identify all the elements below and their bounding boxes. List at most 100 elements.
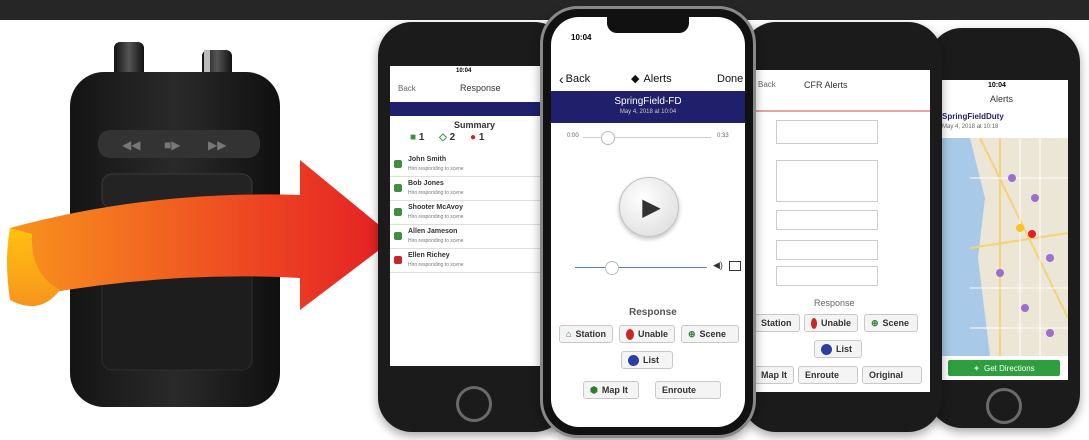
nav-back[interactable]: Back	[758, 80, 776, 89]
map-button[interactable]: ⬢ Map It	[583, 381, 639, 399]
done-button[interactable]: Done	[717, 73, 743, 85]
map-label: Map It	[761, 370, 787, 380]
enroute-button[interactable]: Enroute	[798, 366, 858, 384]
status-icon	[394, 208, 402, 216]
nav-title: CFR Alerts	[804, 80, 848, 90]
nav-title: Response	[460, 83, 501, 93]
play-icon: ▶	[642, 193, 661, 221]
status-time: 10:04	[988, 82, 1006, 89]
alert-banner: SpringField-FD May 4, 2018 at 10:04	[551, 91, 745, 123]
time-end: 0:33	[717, 133, 729, 139]
person-name: Shooter McAvoy	[408, 204, 463, 211]
person-row[interactable]: Shooter McAvoy Hiro responding to scene	[390, 202, 556, 225]
list-button[interactable]: List	[621, 351, 673, 369]
home-button[interactable]	[986, 388, 1022, 424]
get-directions-button[interactable]: ✦ Get Directions	[948, 360, 1060, 376]
person-status: Hiro responding to scene	[408, 238, 464, 244]
get-directions-label: Get Directions	[984, 363, 1035, 373]
person-status: Hiro responding to scene	[408, 262, 464, 268]
station-label: Station	[761, 318, 792, 328]
unable-label: Unable	[637, 329, 668, 339]
station-label: Station	[575, 329, 606, 339]
map-label: Map It	[601, 385, 628, 395]
play-button[interactable]: ▶	[619, 177, 679, 237]
home-button[interactable]	[456, 386, 492, 422]
nav-title: Alerts	[643, 72, 672, 85]
phone-right-screen: 10:04 Alerts SpringFieldDuty May 4, 2018…	[940, 80, 1068, 380]
phone-third-screen: Back CFR Alerts Response Station Unable …	[754, 70, 930, 392]
tab-bar	[754, 98, 930, 112]
nav-back[interactable]: Back	[398, 84, 416, 93]
person-status: Hiro responding to scene	[408, 214, 464, 220]
chevron-left-icon: ‹	[559, 71, 564, 87]
scene-button[interactable]: ⊕ Scene	[864, 314, 918, 332]
station-button[interactable]: Station	[754, 314, 800, 332]
enroute-button[interactable]: Enroute	[655, 381, 721, 399]
list-label: List	[836, 344, 853, 354]
volume-knob[interactable]	[605, 261, 619, 275]
person-row[interactable]: Ellen Richey Hiro responding to scene	[390, 250, 556, 273]
list-label: List	[643, 355, 660, 365]
notch	[607, 17, 689, 33]
volume-slider[interactable]	[575, 267, 707, 268]
enroute-label: Enroute	[662, 385, 697, 395]
back-label: Back	[565, 73, 591, 85]
original-label: Original	[869, 370, 904, 380]
person-status: Hiro responding to scene	[408, 166, 464, 172]
person-row[interactable]: Bob Jones Hiro responding to scene	[390, 178, 556, 201]
progress-knob[interactable]	[601, 131, 615, 145]
nav-title-wrap: ◆ Alerts	[631, 72, 672, 86]
unable-count-icon: ●	[470, 132, 477, 143]
list-icon	[821, 343, 832, 355]
station-button[interactable]: ⌂ Station	[559, 325, 613, 343]
unable-button[interactable]: Unable	[804, 314, 858, 332]
top-banner-strip	[0, 0, 1089, 20]
map-view[interactable]	[940, 137, 1068, 356]
summary-counts: ■ 1 ◇ 2 ● 1	[410, 132, 550, 146]
nav-title: Alerts	[990, 94, 1014, 104]
unable-icon	[626, 328, 634, 340]
person-name: Ellen Richey	[408, 252, 450, 259]
person-row[interactable]: Allen Jameson Hiro responding to scene	[390, 226, 556, 249]
status-time: 10:04	[456, 68, 472, 74]
person-name: Bob Jones	[408, 180, 444, 187]
response-heading: Response	[814, 298, 855, 308]
summary-banner	[390, 102, 556, 116]
unable-label: Unable	[820, 318, 851, 328]
scene-button[interactable]: ⊕ Scene	[681, 325, 739, 343]
unable-button[interactable]: Unable	[619, 325, 675, 343]
map-button[interactable]: Map It	[754, 366, 794, 384]
phone-left-screen: 10:04 Back Response Summary ■ 1 ◇ 2 ● 1 …	[390, 66, 556, 366]
scene-count-icon: ◇	[439, 132, 447, 143]
person-name: Allen Jameson	[408, 228, 458, 235]
speaker-icon: ◀)	[713, 260, 723, 270]
scene-icon: ⊕	[871, 317, 879, 328]
station-count: 1	[418, 132, 425, 143]
original-button[interactable]: Original	[862, 366, 922, 384]
scene-icon: ⊕	[688, 328, 696, 339]
unable-icon	[811, 317, 817, 329]
banner-date: May 4, 2018 at 10:04	[619, 109, 677, 115]
station-count-icon: ■	[410, 132, 417, 143]
status-icon	[394, 256, 402, 264]
back-button[interactable]: ‹ Back	[559, 71, 590, 87]
phone-center: 10:04 ‹ Back ◆ Alerts Done SpringField-F…	[540, 6, 756, 438]
list-button[interactable]: List	[814, 340, 862, 358]
banner-title: SpringField-FD	[614, 96, 682, 107]
scene-label: Scene	[699, 329, 727, 339]
directions-icon: ✦	[973, 363, 980, 373]
person-name: John Smith	[408, 156, 447, 163]
unable-count: 1	[478, 132, 485, 143]
enroute-label: Enroute	[805, 370, 840, 380]
scene-count: 2	[449, 132, 456, 143]
summary-title: Summary	[454, 120, 496, 130]
status-icon	[394, 184, 402, 192]
phone-third: Back CFR Alerts Response Station Unable …	[742, 22, 942, 432]
person-row[interactable]: John Smith Hiro responding to scene	[390, 154, 556, 177]
phone-right: 10:04 Alerts SpringFieldDuty May 4, 2018…	[928, 28, 1080, 428]
transfer-arrow	[0, 150, 420, 350]
scene-label: Scene	[882, 318, 910, 328]
map-pin-icon: ⬢	[590, 384, 598, 395]
airplay-icon[interactable]	[729, 261, 741, 271]
station-icon: ⌂	[566, 329, 572, 339]
